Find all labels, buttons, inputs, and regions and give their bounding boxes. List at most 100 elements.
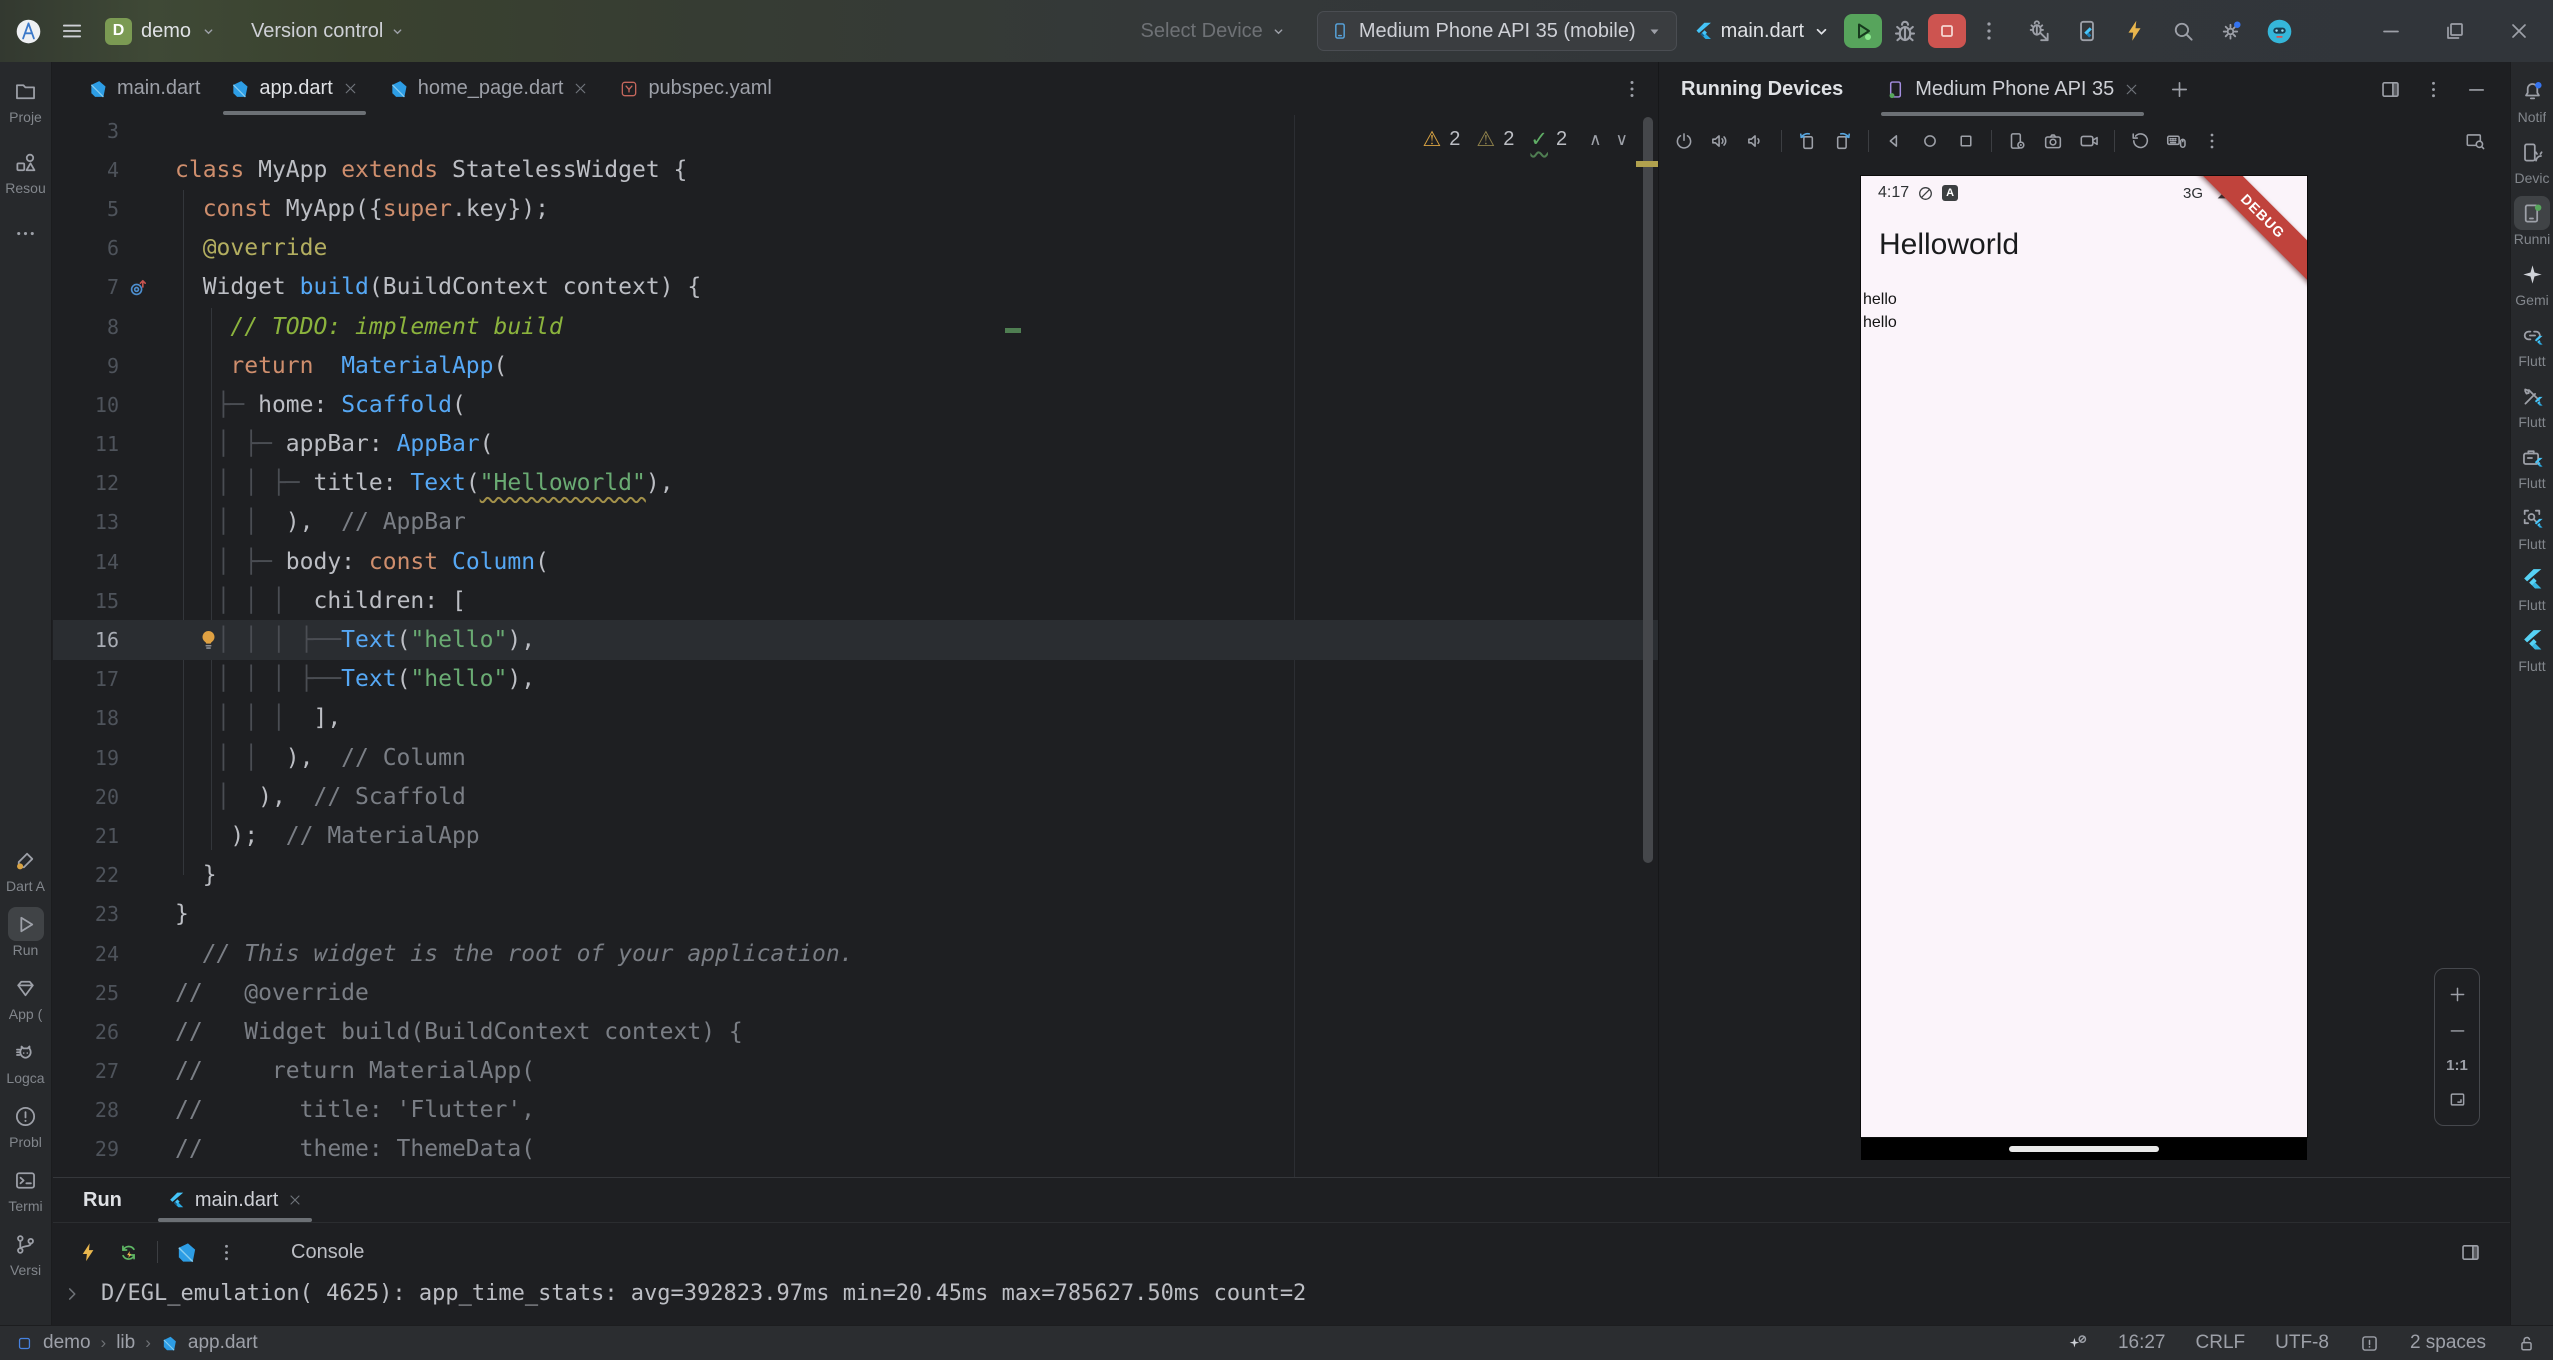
code-text[interactable]: // TODO: implement build — [175, 314, 1658, 340]
override-gutter-icon[interactable] — [127, 276, 150, 299]
rotate-right-icon[interactable] — [1832, 130, 1854, 152]
editor-tab-app.dart[interactable]: app.dart — [215, 62, 373, 115]
tool-stripe-item-flutter-outline[interactable]: Flutt — [2514, 623, 2550, 674]
editor-body[interactable]: 34class MyApp extends StatelessWidget {5… — [53, 115, 1658, 1177]
code-text[interactable]: // theme: ThemeData( — [175, 1136, 1658, 1162]
code-text[interactable]: │ │ │ children: [ — [175, 588, 1658, 614]
close-tab-icon[interactable] — [342, 80, 359, 97]
tool-stripe-item-gemini[interactable]: Gemi — [2514, 257, 2550, 308]
hot-reload-bolt-icon[interactable] — [77, 1241, 100, 1264]
minimize-icon[interactable] — [2379, 19, 2403, 43]
code-text[interactable]: class MyApp extends StatelessWidget { — [175, 157, 1658, 183]
editor-scrollbar[interactable] — [1643, 117, 1653, 863]
code-text[interactable]: │ │ │ ├──Text("hello"), — [175, 666, 1658, 692]
hide-panel-icon[interactable] — [2465, 78, 2488, 101]
run-configuration[interactable]: main.dart — [1693, 20, 1832, 43]
close-icon[interactable] — [2507, 19, 2531, 43]
settings-gear-icon[interactable] — [2218, 18, 2244, 44]
editor-tab-pubspec.yaml[interactable]: pubspec.yaml — [604, 62, 786, 115]
tool-stripe-item-project[interactable]: Proje — [5, 74, 45, 125]
video-icon[interactable] — [2078, 130, 2100, 152]
power-icon[interactable] — [1673, 130, 1695, 152]
editor-tab-main.dart[interactable]: main.dart — [73, 62, 215, 115]
code-text[interactable]: │ │ │ ], — [175, 705, 1658, 731]
tool-stripe-item-notifications[interactable]: Notif — [2514, 74, 2550, 125]
panel-options-icon[interactable] — [2422, 78, 2445, 101]
square-icon[interactable] — [1955, 130, 1977, 152]
code-text[interactable]: // Widget build(BuildContext context) { — [175, 1019, 1658, 1045]
fold-chevron-icon[interactable] — [61, 1283, 83, 1305]
tool-stripe-item-dart-analysis[interactable]: Dart A — [6, 843, 45, 894]
editor-tab-home_page.dart[interactable]: home_page.dart — [374, 62, 605, 115]
code-text[interactable]: // @override — [175, 980, 1658, 1006]
indent-setting[interactable]: 2 spaces — [2410, 1332, 2486, 1354]
breadcrumb-item[interactable]: demo — [43, 1332, 91, 1354]
code-text[interactable]: │ ), // Scaffold — [175, 784, 1658, 810]
kbd-mouse-icon[interactable] — [2165, 130, 2187, 152]
tool-stripe-item-resource-manager[interactable]: Resou — [5, 145, 45, 196]
close-tab-icon[interactable] — [2123, 81, 2140, 98]
volume-down-icon[interactable] — [1745, 130, 1767, 152]
dart-icon[interactable] — [175, 1241, 198, 1264]
lock-open-icon[interactable] — [2516, 1333, 2537, 1354]
tool-stripe-item-flutter-performance[interactable]: Flutt — [2514, 562, 2550, 613]
code-text[interactable]: Widget build(BuildContext context) { — [175, 274, 1658, 300]
tool-stripe-item-problems[interactable]: Probl — [8, 1099, 44, 1150]
select-device-dropdown[interactable]: Select Device — [1141, 20, 1287, 43]
code-text[interactable]: │ │ │ ├──Text("hello"), — [175, 627, 1658, 653]
tool-stripe-item-flutter-deep-links[interactable]: Flutt — [2514, 318, 2550, 369]
breadcrumb-item[interactable]: lib — [116, 1332, 135, 1354]
code-text[interactable]: const MyApp({super.key}); — [175, 196, 1658, 222]
warning-stripe-mark[interactable] — [1636, 161, 1658, 167]
phone-screen[interactable]: 4:17 A 3G DEBUG Helloworld hellohello — [1861, 176, 2307, 1137]
screen-zoom-icon[interactable] — [2464, 130, 2486, 152]
code-text[interactable]: │ │ ), // Column — [175, 745, 1658, 771]
run-button[interactable] — [1844, 14, 1882, 48]
code-text[interactable]: │ ├─ body: const Column( — [175, 549, 1658, 575]
next-problem-icon[interactable]: ∨ — [1616, 130, 1628, 150]
code-text[interactable]: @override — [175, 235, 1658, 261]
tool-stripe-item-device-manager[interactable]: Devic — [2514, 135, 2550, 186]
code-text[interactable]: ); // MaterialApp — [175, 823, 1658, 849]
code-text[interactable]: // This widget is the root of your appli… — [175, 941, 1658, 967]
prev-problem-icon[interactable]: ∧ — [1589, 130, 1601, 150]
attach-debugger-icon[interactable] — [2026, 18, 2052, 44]
fit-to-window-icon[interactable] — [2447, 1089, 2468, 1110]
tool-stripe-item-terminal[interactable]: Termi — [8, 1163, 44, 1214]
intention-bulb-icon[interactable] — [196, 627, 221, 652]
code-text[interactable]: } — [175, 901, 1658, 927]
device-selector[interactable]: Medium Phone API 35 (mobile) — [1317, 11, 1677, 51]
restore-icon[interactable] — [2129, 130, 2151, 152]
close-tab-icon[interactable] — [287, 1192, 303, 1208]
code-text[interactable]: │ │ ├─ title: Text("Helloworld"), — [175, 470, 1658, 496]
device-tab[interactable]: Medium Phone API 35 — [1881, 62, 2144, 116]
tool-stripe-item-running-devices[interactable]: Runni — [2514, 196, 2551, 247]
breadcrumb-item[interactable]: app.dart — [188, 1332, 258, 1354]
zoom-out-icon[interactable] — [2447, 1020, 2468, 1041]
flutter-device-icon[interactable] — [2074, 18, 2100, 44]
maximize-icon[interactable] — [2443, 19, 2467, 43]
tool-stripe-item-run[interactable]: Run — [8, 907, 44, 958]
ai-assistant-icon[interactable] — [2067, 1333, 2088, 1354]
kebab-icon[interactable] — [215, 1241, 238, 1264]
volume-up-icon[interactable] — [1709, 130, 1731, 152]
camera-icon[interactable] — [2042, 130, 2064, 152]
line-ending[interactable]: CRLF — [2196, 1332, 2246, 1354]
tool-stripe-item-flutter-tools[interactable]: Flutt — [2514, 379, 2550, 430]
run-tab[interactable]: main.dart — [162, 1178, 308, 1222]
search-icon[interactable] — [2170, 18, 2196, 44]
code-text[interactable]: │ ├─ appBar: AppBar( — [175, 431, 1658, 457]
tool-stripe-item-version-control[interactable]: Versi — [8, 1227, 44, 1278]
rotate-left-icon[interactable] — [1796, 130, 1818, 152]
code-text[interactable]: // title: 'Flutter', — [175, 1097, 1658, 1123]
tool-stripe-item-app-quality-insights[interactable]: App ( — [8, 971, 44, 1022]
tab-options-icon[interactable] — [1620, 77, 1644, 101]
layout-icon[interactable] — [2379, 78, 2402, 101]
kebab-icon[interactable] — [2201, 130, 2223, 152]
inspections-status-icon[interactable] — [2359, 1333, 2380, 1354]
circle-icon[interactable] — [1919, 130, 1941, 152]
tool-stripe-item-flutter-inspector[interactable]: Flutt — [2514, 501, 2550, 552]
profile-avatar-icon[interactable] — [2266, 18, 2293, 45]
encoding[interactable]: UTF-8 — [2275, 1332, 2329, 1354]
console-layout-icon[interactable] — [2459, 1241, 2482, 1264]
